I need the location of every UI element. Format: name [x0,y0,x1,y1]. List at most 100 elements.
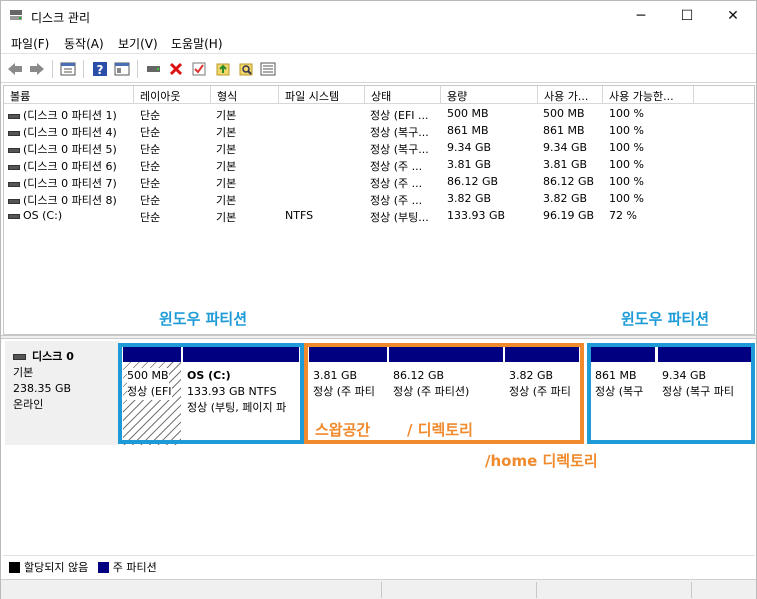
maximize-button[interactable]: ☐ [664,1,710,31]
up-button[interactable] [214,60,232,78]
details-button[interactable] [259,60,277,78]
volume-cell-type: 기본 [216,177,237,190]
forward-button[interactable] [28,60,46,78]
volume-icon [8,164,20,170]
volume-row[interactable]: OS (C:) 단순 기본 NTFS 정상 (부팅... 133.93 GB 96.19 G… [4,207,754,224]
legend-primary: 주 파티션 [112,561,157,574]
column-header-status[interactable]: 상태 [365,86,441,104]
volume-cell-capacity: 86.12 GB [447,175,499,188]
volume-cell-layout: 단순 [140,126,161,139]
volume-icon [8,113,20,119]
volume-row[interactable]: (디스크 0 파티션 4) 단순 기본 정상 (복구... 861 MB 861 MB 10… [4,122,754,139]
volume-icon [8,213,20,219]
volume-cell-pct: 100 % [609,192,644,205]
volume-icon [8,181,20,187]
volume-icon [8,147,20,153]
menu-file[interactable]: 파일(F) [11,35,49,52]
volume-cell-name: (디스크 0 파티션 6) [8,158,117,174]
properties-button[interactable] [59,60,77,78]
volume-name: (디스크 0 파티션 6) [23,160,117,173]
legend: 할당되지 않음 주 파티션 [3,555,755,577]
volume-cell-free: 3.82 GB [543,192,588,205]
volume-cell-name: (디스크 0 파티션 5) [8,141,117,157]
connect-drive-icon [147,66,160,72]
column-header-capacity[interactable]: 용량 [441,86,538,104]
pane-splitter[interactable] [1,335,756,339]
volume-cell-capacity: 133.93 GB [447,209,506,222]
volume-name: (디스크 0 파티션 1) [23,109,117,122]
view-icon [114,62,130,76]
volume-name: OS (C:) [23,209,63,222]
forward-icon [30,63,44,75]
disk-0-label[interactable]: 디스크 0 기본 238.35 GB 온라인 [5,341,119,445]
column-header-volume[interactable]: 볼륨 [4,86,134,104]
volume-cell-pct: 100 % [609,141,644,154]
menu-help[interactable]: 도움말(H) [171,35,223,52]
volume-row[interactable]: (디스크 0 파티션 8) 단순 기본 정상 (주 ... 3.82 GB 3.82 GB… [4,190,754,207]
volume-cell-name: (디스크 0 파티션 7) [8,175,117,191]
volume-cell-type: 기본 [216,194,237,207]
annotation-windows-left: 윈도우 파티션 [159,310,248,328]
check-button[interactable] [190,60,208,78]
back-button[interactable] [6,60,24,78]
volume-cell-type: 기본 [216,143,237,156]
volume-cell-status: 정상 (EFI ... [370,109,429,122]
column-header-free[interactable]: 사용 가... [538,86,603,104]
volume-cell-pct: 72 % [609,209,637,222]
volume-cell-capacity: 3.82 GB [447,192,492,205]
volume-cell-status: 정상 (복구... [370,126,429,139]
view-button[interactable] [113,60,131,78]
maximize-icon: ☐ [680,8,694,24]
volume-cell-name: OS (C:) [8,209,62,222]
volume-cell-free: 9.34 GB [543,141,588,154]
minimize-button[interactable]: ─ [618,1,664,31]
disk-size: 238.35 GB [13,382,72,395]
delete-button[interactable] [167,60,185,78]
details-icon [260,62,276,76]
unallocated-swatch [9,562,20,573]
delete-icon [169,62,183,76]
connect-drive-button[interactable] [145,60,163,78]
volume-cell-status: 정상 (복구... [370,143,429,156]
menu-bar: 파일(F) 동작(A) 보기(V) 도움말(H) [1,31,756,53]
disk-type: 기본 [13,366,34,379]
disk-icon [13,354,26,360]
volume-cell-free: 96.19 GB [543,209,595,222]
volume-cell-status: 정상 (주 ... [370,177,423,190]
check-icon [192,62,206,76]
menu-view[interactable]: 보기(V) [118,35,158,52]
help-button[interactable]: ? [91,60,109,78]
volume-cell-pct: 100 % [609,107,644,120]
svg-text:?: ? [97,63,104,77]
volume-cell-name: (디스크 0 파티션 8) [8,192,117,208]
volume-cell-layout: 단순 [140,211,161,224]
column-header-layout[interactable]: 레이아웃 [134,86,211,104]
volume-row[interactable]: (디스크 0 파티션 7) 단순 기본 정상 (주 ... 86.12 GB 86.12 … [4,173,754,190]
volume-cell-type: 기본 [216,109,237,122]
disk-graph-pane: 디스크 0 기본 238.35 GB 온라인 500 MB 정상 (EFI OS … [3,341,755,551]
annotation-windows-right: 윈도우 파티션 [621,310,710,328]
back-icon [8,63,22,75]
volume-cell-capacity: 500 MB [447,107,489,120]
volume-cell-capacity: 861 MB [447,124,489,137]
column-header-type[interactable]: 형식 [211,86,279,104]
close-button[interactable]: ✕ [710,1,756,31]
menu-action[interactable]: 동작(A) [64,35,104,52]
volume-cell-pct: 100 % [609,175,644,188]
disk-management-window: 디스크 관리 ─ ☐ ✕ 파일(F) 동작(A) 보기(V) 도움말(H) ? … [0,0,757,599]
volume-cell-capacity: 3.81 GB [447,158,492,171]
help-icon: ? [93,62,107,77]
volume-list-header: 볼륨 레이아웃 형식 파일 시스템 상태 용량 사용 가... 사용 가능한..… [4,86,754,104]
volume-row[interactable]: (디스크 0 파티션 5) 단순 기본 정상 (복구... 9.34 GB 9.34 GB… [4,139,754,156]
disk-management-icon [10,10,22,20]
volume-cell-type: 기본 [216,211,237,224]
volume-cell-fs: NTFS [285,209,314,222]
close-icon: ✕ [727,8,739,24]
disk-state: 온라인 [13,398,44,411]
column-header-percent-free[interactable]: 사용 가능한... [603,86,694,104]
volume-row[interactable]: (디스크 0 파티션 1) 단순 기본 정상 (EFI ... 500 MB 500 MB… [4,105,754,122]
windows-partitions-highlight-right [587,343,755,444]
volume-row[interactable]: (디스크 0 파티션 6) 단순 기본 정상 (주 ... 3.81 GB 3.81 GB… [4,156,754,173]
search-button[interactable] [237,60,255,78]
column-header-filesystem[interactable]: 파일 시스템 [279,86,365,104]
